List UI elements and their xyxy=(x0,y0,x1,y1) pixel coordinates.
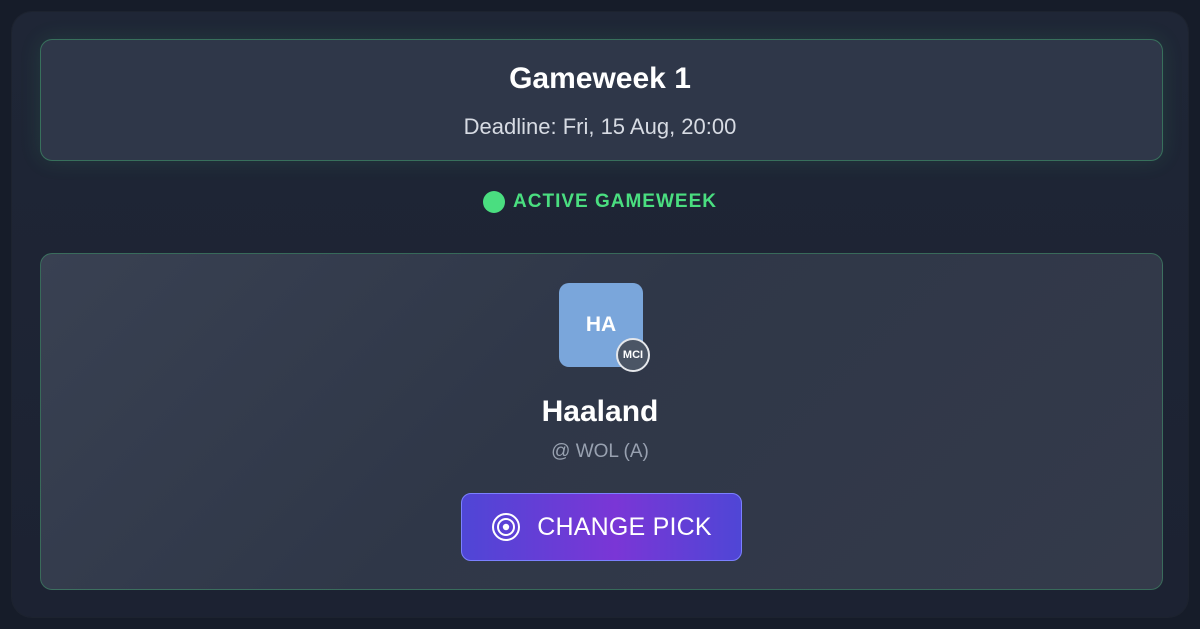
change-pick-label: CHANGE PICK xyxy=(537,512,712,541)
gameweek-deadline: Deadline: Fri, 15 Aug, 20:00 xyxy=(463,114,737,139)
target-icon xyxy=(492,513,521,541)
status-label: ACTIVE GAMEWEEK xyxy=(513,191,717,212)
team-badge-label: MCI xyxy=(622,349,644,361)
gameweek-title: Gameweek 1 xyxy=(509,62,691,95)
gameweek-header-card xyxy=(40,39,1163,161)
change-pick-button[interactable]: CHANGE PICK xyxy=(461,493,742,561)
player-initials: HA xyxy=(585,313,617,336)
team-badge: MCI xyxy=(616,338,650,372)
player-fixture: @ WOL (A) xyxy=(551,441,649,462)
player-name: Haaland xyxy=(541,395,659,428)
status-dot-icon xyxy=(483,191,506,213)
gameweek-status: ACTIVE GAMEWEEK xyxy=(0,191,1200,213)
